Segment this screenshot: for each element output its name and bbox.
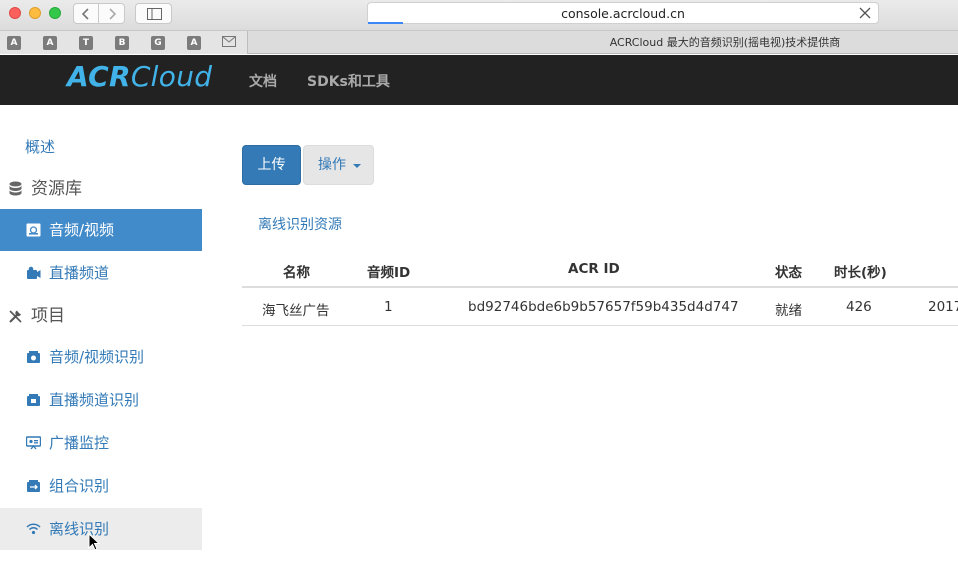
tab-title[interactable]: ACRCloud 最大的音频识别(摇电视)技术提供商 [248,31,958,54]
media-recognition-icon [27,351,40,363]
column-header-status[interactable]: 状态 [775,261,802,281]
close-window-button[interactable] [9,7,21,19]
database-icon [9,181,22,196]
sidebar-heading-projects: 项目 [0,295,202,337]
nav-sdks-tools[interactable]: SDKs和工具 [307,71,390,91]
sidebar-toggle-button[interactable] [135,3,172,24]
chevron-right-icon [108,8,116,20]
site-header: ACRCloud 文档 SDKs和工具 [0,55,958,105]
extension-button[interactable]: A [43,36,57,50]
sidebar-item-overview[interactable]: 概述 [25,126,55,168]
extension-button[interactable]: T [79,36,93,50]
channel-recognition-icon [27,394,40,406]
sidebar-item-combined-recognition[interactable]: 组合识别 [0,465,202,507]
extension-button[interactable]: A [187,36,201,50]
caret-down-icon [353,164,361,168]
mail-extension-button[interactable] [222,36,236,50]
combined-recognition-icon [27,480,40,492]
page-load-progress [368,22,403,24]
sidebar-item-audio-video[interactable]: 音频/视频 [0,209,202,251]
offline-recognition-icon [26,523,41,535]
upload-button[interactable]: 上传 [242,145,301,185]
acrcloud-logo[interactable]: ACRCloud [67,60,212,93]
extensions-strip: A A T B G A [0,31,248,54]
cell-date: 2017 [928,299,958,315]
url-text: console.acrcloud.cn [561,6,685,21]
extension-button[interactable]: B [115,36,129,50]
back-button[interactable] [73,3,99,24]
cell-status: 就绪 [775,303,802,319]
offline-resources-link[interactable]: 离线识别资源 [258,214,342,234]
tools-icon [9,310,22,323]
minimize-window-button[interactable] [29,7,41,19]
broadcast-monitor-icon [26,436,41,450]
sidebar-item-offline-recognition[interactable]: 离线识别 [0,508,202,550]
extension-button[interactable]: G [151,36,165,50]
browser-toolbar: console.acrcloud.cn [0,0,958,30]
sidebar-item-media-recognition[interactable]: 音频/视频识别 [0,336,202,378]
cell-duration: 426 [846,299,872,315]
sidebar-heading-resources: 资源库 [0,168,202,210]
nav-docs[interactable]: 文档 [249,71,277,91]
column-header-name[interactable]: 名称 [283,261,310,281]
chevron-left-icon [81,8,89,20]
zoom-window-button[interactable] [49,7,61,19]
bookmarks-bar: A A T B G A ACRCloud 最大的音频识别(摇电视)技术提供商 [0,30,958,54]
mouse-cursor-icon [88,533,100,551]
forward-button[interactable] [99,3,125,24]
address-bar[interactable]: console.acrcloud.cn [367,2,879,24]
channel-icon [27,266,41,279]
stop-loading-button[interactable] [856,4,874,22]
cell-name: 海飞丝广告 [262,303,330,319]
cell-acr-id: bd92746bde6b9b57657f59b435d4d747 [468,299,739,315]
sidebar-item-live-channel[interactable]: 直播频道 [0,252,202,294]
close-icon [859,7,871,19]
column-header-acr-id[interactable]: ACR ID [568,261,620,277]
sidebar-item-broadcast-monitor[interactable]: 广播监控 [0,422,202,464]
column-header-audio-id[interactable]: 音频ID [367,261,410,281]
sidebar-icon [147,8,162,20]
extension-button[interactable]: A [7,36,21,50]
actions-dropdown-button[interactable]: 操作 [303,145,374,185]
cell-audio-id: 1 [384,299,393,315]
actions-label: 操作 [318,157,346,173]
table-row[interactable]: 海飞丝广告 1 bd92746bde6b9b57657f59b435d4d747… [242,288,958,326]
table-header: 名称 音频ID ACR ID 状态 时长(秒) [242,250,958,288]
mail-icon [222,36,236,47]
sidebar-item-channel-recognition[interactable]: 直播频道识别 [0,379,202,421]
column-header-duration[interactable]: 时长(秒) [834,261,887,281]
media-icon [26,223,41,237]
